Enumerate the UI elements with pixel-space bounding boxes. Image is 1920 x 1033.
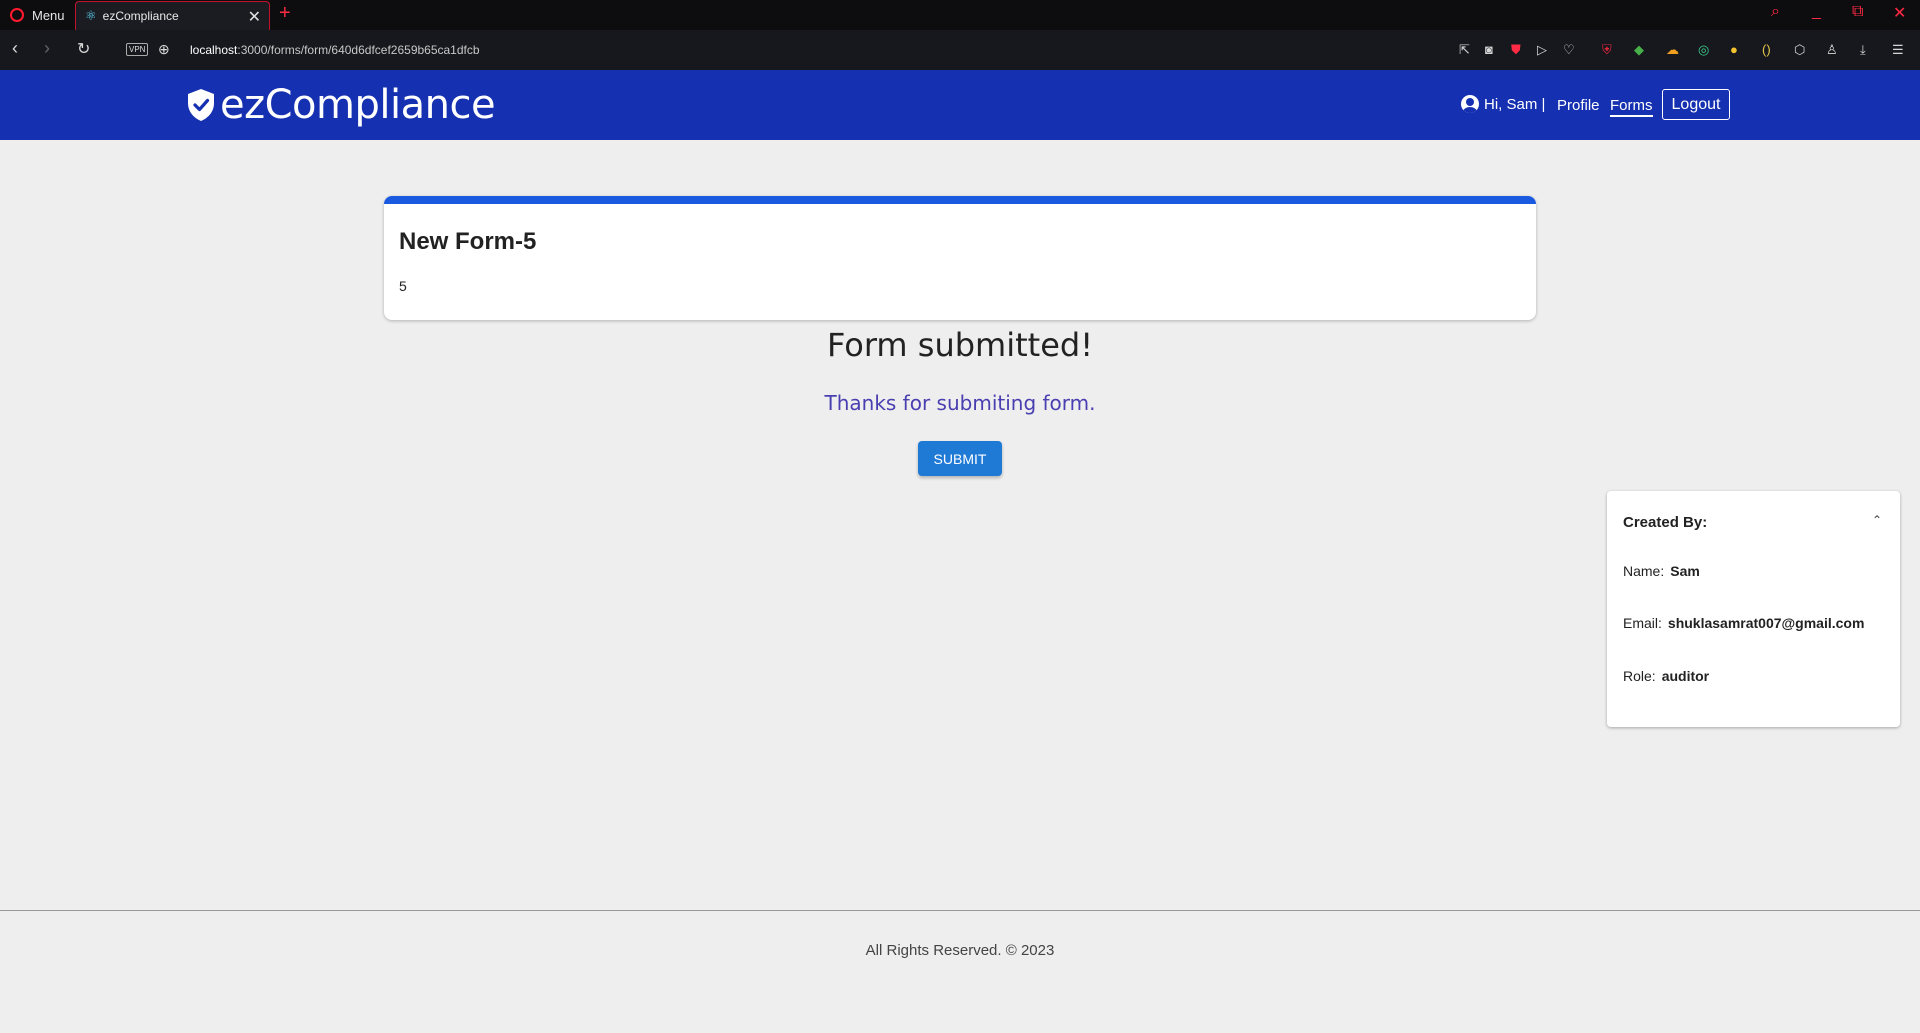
creator-name-label: Name: [1623,563,1665,579]
browser-menu-button[interactable]: Menu [0,0,72,30]
footer-copyright: All Rights Reserved. © 2023 [865,942,1055,959]
url-field[interactable]: localhost:3000/forms/form/640d6dfcef2659… [190,43,480,57]
share-icon[interactable]: ⇱ [1459,42,1470,58]
browser-tabbar: Menu ⚛ ezCompliance ✕ + ⌕ _ ⧉ ✕ [0,0,1920,30]
logout-button[interactable]: Logout [1662,89,1730,120]
send-icon[interactable]: ▷ [1537,42,1547,58]
shield-check-icon [188,89,214,121]
creator-email-row: Email: shuklasamrat007@gmail.com [1623,615,1864,631]
cube-icon[interactable]: ⬡ [1794,42,1805,58]
opera-icon [10,8,24,22]
browser-tab-active[interactable]: ⚛ ezCompliance ✕ [75,1,270,30]
profile-icon[interactable]: ♙ [1826,42,1838,58]
globe-icon[interactable]: ⊕ [158,41,170,58]
pocket-icon[interactable]: ⛊ [1511,42,1521,58]
user-greeting: Hi, Sam | [1461,95,1545,113]
minimize-window-icon[interactable]: _ [1812,3,1821,21]
forward-icon[interactable]: › [44,38,50,59]
heart-icon[interactable]: ♡ [1563,42,1575,58]
creator-email-value: shuklasamrat007@gmail.com [1667,615,1865,631]
browser-address-bar: ‹ › ↻ VPN ⊕ localhost:3000/forms/form/64… [0,30,1920,70]
extension-badge-icon[interactable]: ☁ [1666,42,1679,58]
creator-name-row: Name: Sam [1623,563,1700,579]
form-submitted-heading: Form submitted! [826,326,1094,364]
form-description: 5 [399,278,407,294]
new-tab-icon[interactable]: + [279,2,291,25]
back-icon[interactable]: ‹ [12,38,18,59]
greeting-text: Hi, Sam | [1484,95,1546,113]
react-favicon-icon: ⚛ [85,8,97,23]
reload-icon[interactable]: ↻ [77,39,90,59]
browser-menu-label: Menu [32,7,65,23]
extension-circle-icon[interactable]: ● [1730,42,1738,57]
url-host: localhost [190,43,238,57]
download-icon[interactable]: ⤓ [1860,42,1866,58]
creator-email-label: Email: [1623,615,1662,631]
easy-setup-icon[interactable]: ☰ [1892,42,1904,58]
submit-button[interactable]: SUBMIT [918,441,1002,476]
page-footer: All Rights Reserved. © 2023 [0,910,1920,1033]
chevron-up-icon[interactable]: ⌃ [1872,513,1882,527]
snapshot-icon[interactable]: ◙ [1485,42,1493,57]
creator-role-row: Role: auditor [1623,668,1709,684]
creator-role-value: auditor [1661,668,1710,684]
nav-forms-link[interactable]: Forms [1610,97,1653,117]
extension-icon[interactable]: ◆ [1634,42,1644,58]
browser-search-icon[interactable]: ⌕ [1771,3,1780,21]
app-logo[interactable]: ezCompliance [186,82,496,128]
ublock-icon[interactable]: ⛨ [1602,42,1612,58]
browser-tab-title: ezCompliance [102,9,179,23]
extension-ring-icon[interactable]: ◎ [1698,42,1709,58]
vpn-badge[interactable]: VPN [126,43,149,56]
close-tab-icon[interactable]: ✕ [248,7,261,27]
restore-window-icon[interactable]: ⧉ [1852,3,1863,21]
created-by-panel: Created By: ⌃ Name: Sam Email: shuklasamra… [1607,491,1900,727]
form-title: New Form-5 [399,228,537,255]
created-by-heading: Created By: [1623,514,1708,531]
user-avatar-icon [1461,95,1479,113]
thanks-message: Thanks for submiting form. [824,391,1096,415]
app-logo-text: ezCompliance [220,82,496,128]
url-path: :3000/forms/form/640d6dfcef2659b65ca1dfc… [237,43,480,57]
close-window-icon[interactable]: ✕ [1893,3,1906,23]
creator-name-value: Sam [1670,563,1700,579]
creator-role-label: Role: [1623,668,1656,684]
form-header-card: New Form-5 5 [384,196,1536,320]
extension-brackets-icon[interactable]: () [1762,42,1771,57]
nav-profile-link[interactable]: Profile [1557,97,1600,114]
